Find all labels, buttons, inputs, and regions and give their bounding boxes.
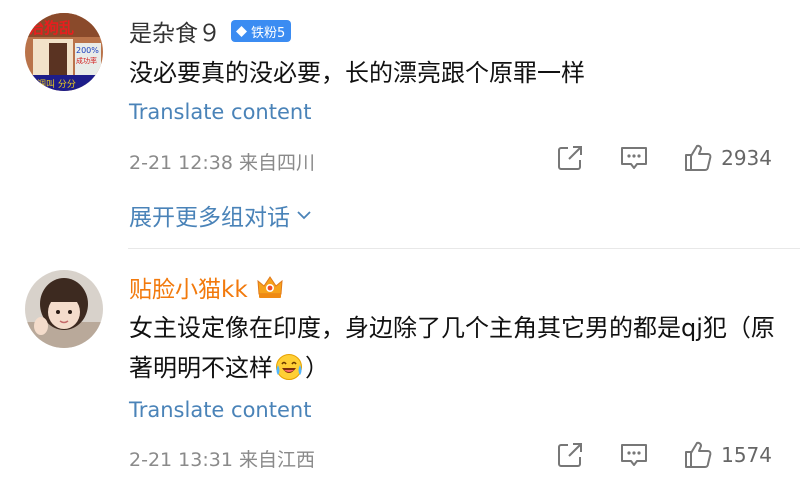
reply-icon[interactable] [619,143,649,173]
comment-actions: 2934 [555,143,772,173]
share-icon[interactable] [555,143,585,173]
avatar-text: 成功率 [76,56,97,65]
comment-1: 治狗乱 200% 成功率 调叫 分分 是杂食９ 铁粉5 没必要真的没必要，长的漂… [0,0,800,248]
diamond-icon [236,25,247,37]
avatar-text: 治狗乱 [29,19,74,37]
expand-label: 展开更多组对话 [129,205,290,231]
avatar[interactable] [25,270,103,348]
like-button[interactable]: 2934 [683,143,772,173]
avatar-image: 治狗乱 200% 成功率 调叫 分分 [25,13,103,91]
reply-icon[interactable] [619,440,649,470]
divider [128,248,800,249]
name-row: 是杂食９ 铁粉5 [129,13,292,49]
share-icon[interactable] [555,440,585,470]
like-count: 2934 [721,146,772,170]
comment-meta: 2-21 13:31 来自江西 [129,449,315,471]
comment-meta: 2-21 12:38 来自四川 [129,152,315,174]
avatar-text: 200% [76,46,99,55]
thumbs-up-icon [685,441,712,468]
username[interactable]: 是杂食９ [129,14,221,48]
comment-text-end: ） [305,354,329,382]
laughing-crying-emoji [276,354,302,380]
fan-badge[interactable]: 铁粉5 [231,20,292,42]
comment-text: 没必要真的没必要，长的漂亮跟个原罪一样 [129,59,585,87]
translate-link[interactable]: Translate content [129,100,311,124]
comment-text-main: 女主设定像在印度，身边除了几个主角其它男的都是qj犯（原著明明不这样 [129,314,775,382]
expand-replies-button[interactable]: 展开更多组对话 [129,198,312,232]
crown-icon[interactable] [256,274,284,300]
thumbs-up-icon [685,144,712,171]
fan-badge-label: 铁粉5 [251,25,286,41]
name-row: 贴脸小猫kk [129,269,284,305]
like-button[interactable]: 1574 [683,440,772,470]
username[interactable]: 贴脸小猫kk [129,270,248,304]
comment-text: 女主设定像在印度，身边除了几个主角其它男的都是qj犯（原著明明不这样 ） [129,308,780,388]
comment-2: 贴脸小猫kk 女主设定像在印度，身边除了几个主角其它男的都是qj犯（原著明明不这… [0,250,800,481]
like-count: 1574 [721,443,772,467]
avatar[interactable]: 治狗乱 200% 成功率 调叫 分分 [25,13,103,91]
comment-actions: 1574 [555,440,772,470]
avatar-image [25,270,103,348]
translate-link[interactable]: Translate content [129,398,311,422]
avatar-text: 调叫 分分 [37,79,76,90]
chevron-down-icon [297,211,311,220]
